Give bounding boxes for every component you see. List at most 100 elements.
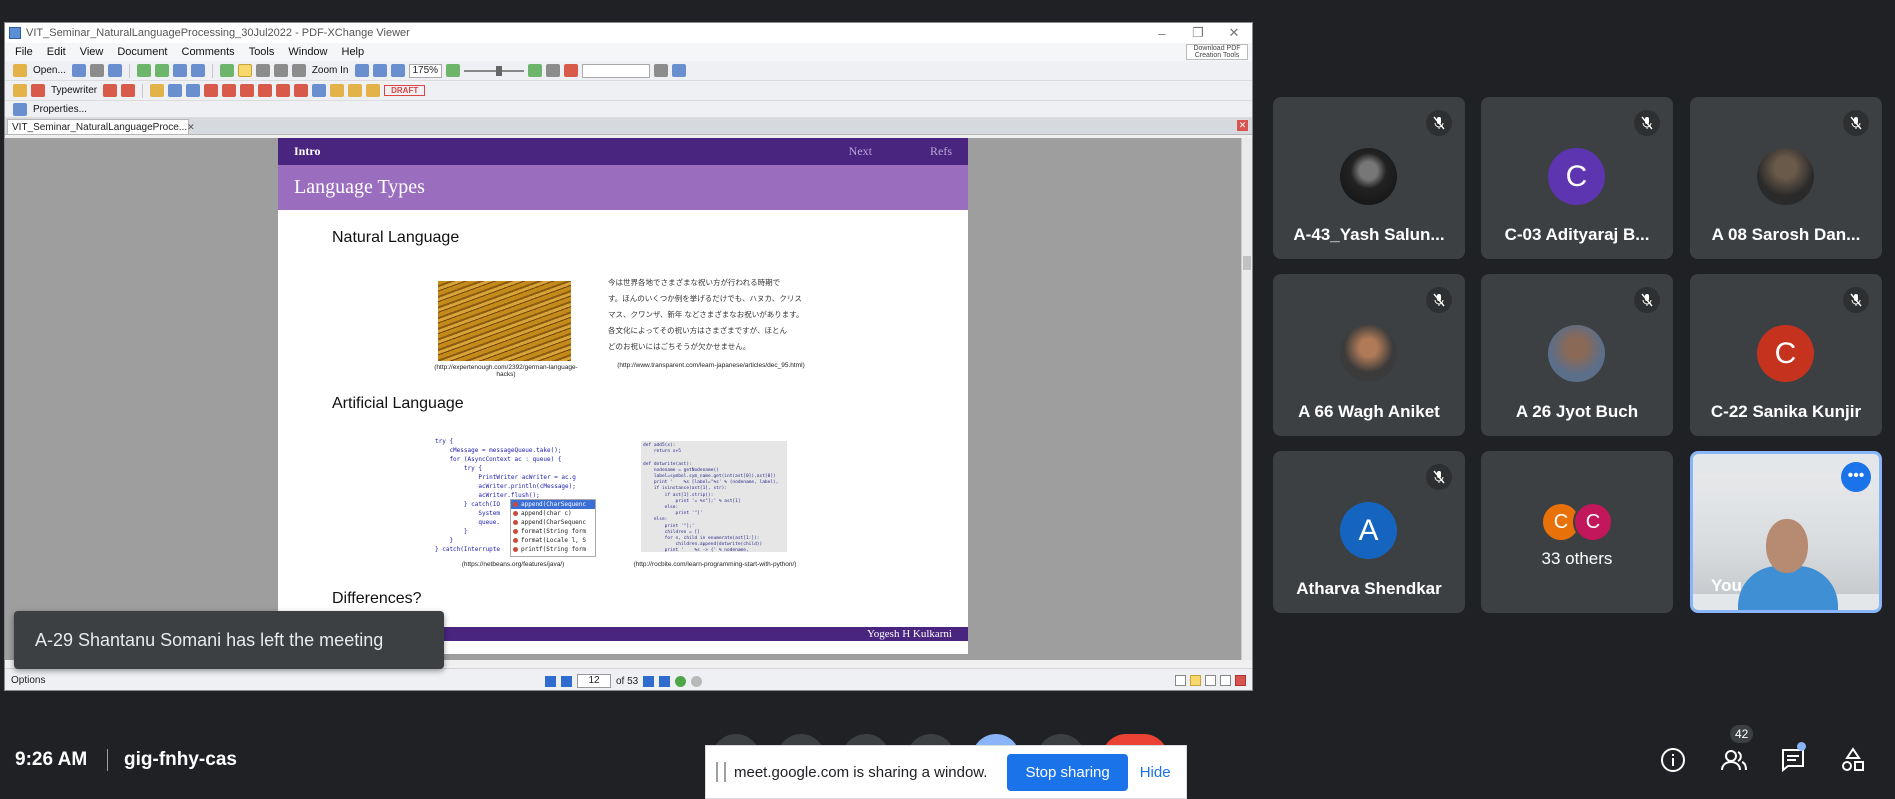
bottom-divider bbox=[107, 749, 108, 771]
close-icon[interactable]: ✕ bbox=[1216, 25, 1252, 41]
polygon-icon[interactable] bbox=[276, 84, 291, 97]
prev-page-icon[interactable] bbox=[561, 675, 572, 687]
hide-button[interactable]: Hide bbox=[1140, 764, 1171, 781]
stamp-tool-icon[interactable] bbox=[366, 84, 381, 97]
stop-sharing-button[interactable]: Stop sharing bbox=[1007, 753, 1128, 791]
actual-size-icon[interactable] bbox=[354, 64, 369, 77]
self-view-tile[interactable]: ••• You bbox=[1690, 451, 1882, 613]
note-icon[interactable] bbox=[13, 84, 27, 97]
cloud-icon[interactable] bbox=[294, 84, 309, 97]
typewriter-button[interactable]: Typewriter bbox=[49, 85, 99, 96]
pencil-icon[interactable] bbox=[330, 84, 345, 97]
rotate-icon[interactable] bbox=[219, 64, 234, 77]
facing-icon[interactable] bbox=[1205, 675, 1216, 686]
slide-nav-refs[interactable]: Refs bbox=[930, 144, 952, 159]
document-view-area[interactable]: Intro Next Refs Language Types Natural L… bbox=[5, 138, 1241, 660]
continuous-icon[interactable] bbox=[1190, 675, 1201, 686]
zoom-out-icon[interactable] bbox=[446, 64, 461, 77]
stamp-icon[interactable] bbox=[564, 64, 579, 77]
forward-view-icon[interactable] bbox=[691, 675, 703, 687]
highlight-icon[interactable] bbox=[150, 84, 165, 97]
save-icon[interactable] bbox=[71, 64, 86, 77]
search-field[interactable] bbox=[582, 63, 651, 78]
view-icon[interactable] bbox=[546, 64, 561, 77]
settings-icon[interactable] bbox=[672, 64, 687, 77]
participant-tile[interactable]: A 26 Jyot Buch bbox=[1481, 274, 1673, 436]
close-tab-icon[interactable]: ✕ bbox=[187, 122, 195, 133]
last-page-icon[interactable] bbox=[659, 675, 671, 687]
menu-view[interactable]: View bbox=[80, 46, 104, 58]
pin-icon[interactable] bbox=[312, 84, 327, 97]
find-icon[interactable] bbox=[654, 64, 669, 77]
underline-icon[interactable] bbox=[186, 84, 201, 97]
others-tile[interactable]: C C 33 others bbox=[1481, 451, 1673, 613]
rectangle-icon[interactable] bbox=[240, 84, 255, 97]
forward-icon[interactable] bbox=[154, 64, 169, 77]
mic-off-icon bbox=[1843, 287, 1869, 313]
zoom-in-icon bbox=[291, 64, 306, 77]
strikeout-icon[interactable] bbox=[168, 84, 183, 97]
document-tab[interactable]: VIT_Seminar_NaturalLanguageProce... ✕ bbox=[7, 119, 195, 134]
people-icon[interactable] bbox=[1719, 745, 1749, 775]
callout-icon[interactable] bbox=[121, 84, 136, 97]
close-document-icon[interactable]: ✕ bbox=[1237, 120, 1248, 131]
zoom-slider[interactable] bbox=[464, 65, 525, 76]
facing-continuous-icon[interactable] bbox=[1220, 675, 1231, 686]
eraser-icon[interactable] bbox=[348, 84, 363, 97]
drag-handle-icon[interactable] bbox=[716, 762, 726, 782]
maximize-icon[interactable]: ❐ bbox=[1180, 25, 1216, 41]
zoom-level-field[interactable]: 175% bbox=[408, 63, 443, 78]
print-icon[interactable] bbox=[89, 64, 104, 77]
back-view-icon[interactable] bbox=[675, 675, 687, 687]
participant-tile[interactable]: A 08 Sarosh Dan... bbox=[1690, 97, 1882, 259]
participant-tile[interactable]: A-43_Yash Salun... bbox=[1273, 97, 1465, 259]
close-panel-icon[interactable] bbox=[1235, 675, 1246, 686]
participant-tile[interactable]: C C-03 Adityaraj B... bbox=[1481, 97, 1673, 259]
oval-icon[interactable] bbox=[258, 84, 273, 97]
open-button[interactable]: Open... bbox=[31, 65, 68, 76]
email-icon[interactable] bbox=[107, 64, 122, 77]
hand-tool-icon[interactable] bbox=[237, 64, 252, 77]
back-icon[interactable] bbox=[136, 64, 151, 77]
chat-notification-dot bbox=[1797, 742, 1806, 751]
line-icon[interactable] bbox=[204, 84, 219, 97]
vertical-scrollbar[interactable] bbox=[1241, 138, 1252, 660]
first-page-icon[interactable] bbox=[545, 675, 556, 687]
activities-icon[interactable] bbox=[1838, 745, 1868, 775]
menu-comments[interactable]: Comments bbox=[182, 46, 235, 58]
slide-nav-intro[interactable]: Intro bbox=[294, 144, 320, 159]
single-page-icon[interactable] bbox=[1175, 675, 1186, 686]
snapshot-icon[interactable] bbox=[273, 64, 288, 77]
zoom-in-button[interactable]: Zoom In bbox=[310, 65, 351, 76]
scrollbar-thumb[interactable] bbox=[1243, 256, 1251, 270]
menu-window[interactable]: Window bbox=[288, 46, 327, 58]
info-icon[interactable] bbox=[1658, 745, 1688, 775]
page-number-field[interactable]: 12 bbox=[577, 674, 611, 688]
download-pdf-tools-button[interactable]: Download PDF Creation Tools bbox=[1186, 44, 1248, 60]
next-page-icon[interactable] bbox=[643, 675, 655, 687]
menu-file[interactable]: File bbox=[15, 46, 33, 58]
draft-stamp-button[interactable]: DRAFT bbox=[384, 85, 426, 96]
more-options-icon[interactable]: ••• bbox=[1841, 462, 1871, 492]
menu-document[interactable]: Document bbox=[117, 46, 167, 58]
fit-width-icon[interactable] bbox=[390, 64, 405, 77]
participant-tile[interactable]: A 66 Wagh Aniket bbox=[1273, 274, 1465, 436]
menu-tools[interactable]: Tools bbox=[249, 46, 275, 58]
pdf-titlebar: VIT_Seminar_NaturalLanguageProcessing_30… bbox=[5, 23, 1252, 43]
participant-name: A 66 Wagh Aniket bbox=[1298, 402, 1440, 421]
participant-tile[interactable]: A Atharva Shendkar bbox=[1273, 451, 1465, 613]
slide-nav-next[interactable]: Next bbox=[849, 144, 872, 159]
arrow-icon[interactable] bbox=[222, 84, 237, 97]
menu-help[interactable]: Help bbox=[342, 46, 365, 58]
properties-button[interactable]: Properties... bbox=[31, 104, 89, 115]
undo-icon[interactable] bbox=[172, 64, 187, 77]
participant-tile[interactable]: C C-22 Sanika Kunjir bbox=[1690, 274, 1882, 436]
textbox-icon[interactable] bbox=[103, 84, 118, 97]
minimize-icon[interactable]: – bbox=[1144, 26, 1180, 41]
menu-edit[interactable]: Edit bbox=[47, 46, 66, 58]
redo-icon[interactable] bbox=[190, 64, 205, 77]
select-text-icon[interactable] bbox=[255, 64, 270, 77]
options-button[interactable]: Options bbox=[11, 675, 45, 686]
fit-page-icon[interactable] bbox=[372, 64, 387, 77]
zoom-plus-icon[interactable] bbox=[528, 64, 543, 77]
